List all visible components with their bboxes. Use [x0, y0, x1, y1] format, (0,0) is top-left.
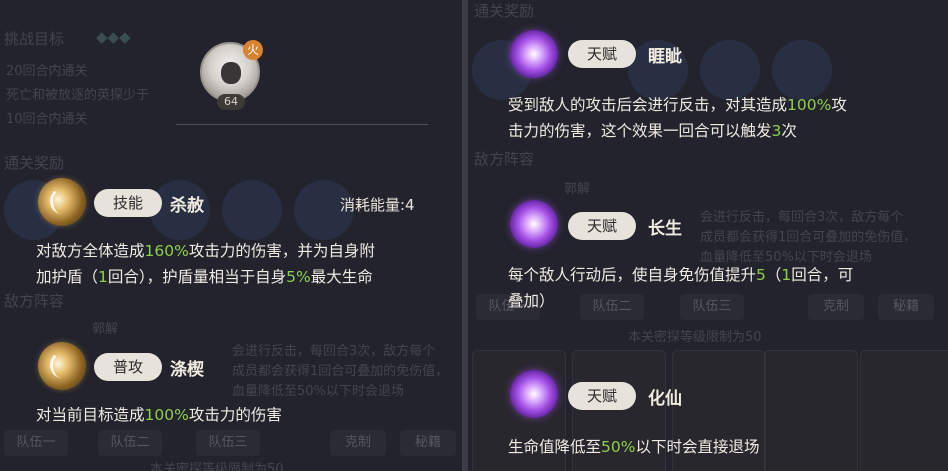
skill-description: 受到敌人的攻击后会进行反击，对其造成100%攻击力的伤害，这个效果一回合可以触发… [508, 92, 948, 144]
enemy-desc: 成员都会获得1回合可叠加的免伤值， [232, 364, 449, 379]
highlight-value: 100% [144, 406, 189, 424]
reward-icon [772, 40, 832, 100]
skill-crescent-icon [38, 342, 86, 390]
desc-text: 叠加） [508, 292, 555, 310]
highlight-value: 100% [787, 96, 832, 114]
desc-text: 攻击力的伤害，并为自身附 [188, 242, 375, 260]
team-tab[interactable]: 队伍一 [4, 430, 68, 456]
enemy-desc: 血量降低至50%以下时会退场 [232, 384, 404, 399]
fire-element-icon: 火 [243, 40, 263, 60]
desc-text: 每个敌人行动后，使自身免伤值提升 [508, 266, 757, 284]
enemy-title: 敌方阵容 [474, 150, 535, 168]
talent-swirl-icon [510, 200, 558, 248]
goal-item: 10回合内通关 [6, 112, 88, 127]
level-limit-text: 本关密探等级限制为50 [150, 462, 284, 471]
enemy-name: 郭解 [92, 322, 119, 337]
challenge-title: 挑战目标 [4, 30, 65, 48]
skill-name: 涤楔 [170, 360, 204, 380]
highlight-value: 5 [756, 266, 766, 284]
skill-name: 睚眦 [648, 47, 682, 67]
skill-type-tag: 天赋 [568, 382, 636, 410]
skill-type-tag: 天赋 [568, 40, 636, 68]
desc-text: 以下时会直接退场 [635, 438, 760, 456]
desc-text: 加护盾（ [36, 268, 99, 286]
talent-swirl-icon [510, 370, 558, 418]
avatar-mask-icon [221, 62, 241, 84]
desc-text: 攻 [831, 96, 847, 114]
enemy-title: 敌方阵容 [4, 292, 65, 310]
desc-text: （ [765, 266, 782, 284]
secret-tab[interactable]: 秘籍 [400, 430, 456, 456]
skill-name: 杀赦 [170, 196, 204, 216]
highlight-value: 160% [144, 242, 189, 260]
enemy-desc: 会进行反击，每回合3次，敌方每个 [700, 210, 904, 225]
desc-text: 对当前目标造成 [36, 406, 145, 424]
skill-crescent-icon [38, 178, 86, 226]
highlight-value: 50% [601, 438, 636, 456]
counter-tab[interactable]: 克制 [330, 430, 386, 456]
level-limit-text: 本关密探等级限制为50 [628, 330, 762, 345]
goal-item: 20回合内通关 [6, 64, 88, 79]
skill-name: 化仙 [648, 389, 682, 409]
separator [176, 124, 428, 125]
enemy-name: 郭解 [564, 182, 591, 197]
skill-name: 长生 [648, 219, 682, 239]
enemy-desc: 会进行反击，每回合3次，敌方每个 [232, 344, 436, 359]
skill-type-tag: 天赋 [568, 212, 636, 240]
energy-cost: 消耗能量:4 [340, 196, 415, 214]
skill-type-tag: 普攻 [94, 353, 162, 381]
desc-text: 生命值降低至 [508, 438, 602, 456]
skill-description: 生命值降低至50%以下时会直接退场 [508, 434, 948, 460]
desc-text: 最大生命 [310, 268, 373, 286]
skill-description: 对敌方全体造成160%攻击力的伤害，并为自身附加护盾（1回合），护盾量相当于自身… [36, 238, 456, 290]
diamond-icons: ◆◆◆ [96, 28, 131, 46]
skill-description: 对当前目标造成100%攻击力的伤害 [36, 402, 456, 428]
highlight-value: 1 [781, 266, 792, 284]
desc-text: 对敌方全体造成 [36, 242, 145, 260]
desc-text: 受到敌人的攻击后会进行反击，对其造成 [508, 96, 788, 114]
desc-text: 回合），护盾量相当于自身 [107, 268, 287, 286]
avatar-level: 64 [217, 94, 245, 110]
desc-text: 次 [781, 122, 797, 140]
team-tab[interactable]: 队伍二 [98, 430, 162, 456]
talent-swirl-icon [510, 30, 558, 78]
left-panel: 挑战目标 ◆◆◆ 20回合内通关 死亡和被放逐的英探少于 10回合内通关 通关奖… [0, 0, 462, 471]
desc-text: 回合，可 [791, 266, 854, 284]
rewards-title: 通关奖励 [474, 2, 535, 20]
enemy-desc: 成员都会获得1回合可叠加的免伤值， [700, 230, 917, 245]
highlight-value: 3 [771, 122, 782, 140]
skill-type-tag: 技能 [94, 189, 162, 217]
right-panel: 通关奖励 敌方阵容 郭解 会进行反击，每回合3次，敌方每个 成员都会获得1回合可… [468, 0, 948, 471]
team-tab[interactable]: 队伍三 [196, 430, 260, 456]
highlight-value: 1 [98, 268, 108, 286]
goal-item: 死亡和被放逐的英探少于 [6, 88, 150, 103]
reward-icon [222, 180, 282, 240]
desc-text: 攻击力的伤害 [188, 406, 282, 424]
skill-description: 每个敌人行动后，使自身免伤值提升5（1回合，可叠加） [508, 262, 948, 314]
rewards-title: 通关奖励 [4, 154, 65, 172]
desc-text: 击力的伤害，这个效果一回合可以触发 [508, 122, 772, 140]
highlight-value: 5% [286, 268, 311, 286]
reward-icon [700, 40, 760, 100]
